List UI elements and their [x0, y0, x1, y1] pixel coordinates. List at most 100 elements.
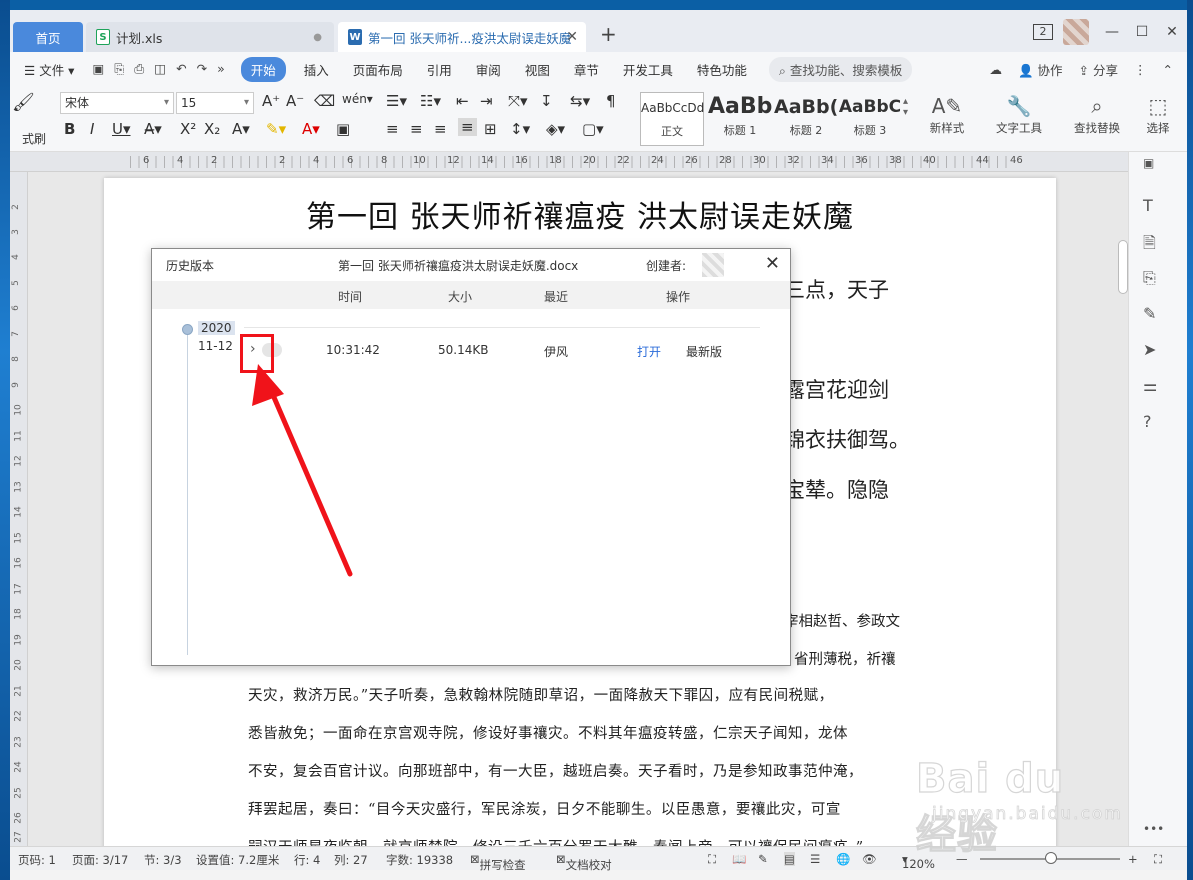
print-icon[interactable]: ⎙: [134, 61, 144, 77]
web-view-icon[interactable]: 🌐: [836, 852, 850, 866]
fullscreen-icon[interactable]: ⛶: [708, 852, 716, 867]
collab-button[interactable]: 👤 协作: [1018, 60, 1063, 79]
bullet-list-icon[interactable]: ☰▾: [386, 92, 407, 110]
menu-special[interactable]: 特色功能: [697, 60, 747, 79]
close-tab-icon[interactable]: ✕: [566, 29, 578, 45]
status-setting[interactable]: 设置值: 7.2厘米: [196, 852, 279, 868]
select-button[interactable]: ⬚ 选择: [1136, 94, 1180, 136]
file-menu[interactable]: ☰ 文件 ▾: [24, 60, 74, 79]
font-size-select[interactable]: 15: [176, 92, 254, 114]
window-count-badge[interactable]: 2: [1033, 24, 1053, 40]
text-format-icon[interactable]: T: [1143, 196, 1153, 215]
paragraph-mark-icon[interactable]: ¶: [606, 92, 616, 110]
shrink-font-icon[interactable]: A⁻: [286, 92, 304, 110]
open-version-link[interactable]: 打开: [637, 343, 661, 360]
align-left-icon[interactable]: ≡: [386, 120, 399, 138]
share-button[interactable]: ⇪ 分享: [1079, 60, 1118, 79]
outline-view-icon[interactable]: ☰: [810, 852, 820, 866]
format-painter-icon[interactable]: 🖌: [12, 92, 35, 113]
new-tab-button[interactable]: +: [600, 22, 617, 46]
print-preview-icon[interactable]: ◫: [154, 61, 166, 77]
styles-scroll-icon[interactable]: ▴ ▾: [903, 96, 908, 118]
menu-view[interactable]: 视图: [525, 60, 550, 79]
char-border-button[interactable]: ▣: [336, 120, 350, 138]
menu-start[interactable]: 开始: [240, 56, 286, 82]
menu-insert[interactable]: 插入: [304, 60, 329, 79]
numbered-list-icon[interactable]: ☷▾: [420, 92, 441, 110]
user-avatar[interactable]: [1063, 19, 1089, 45]
line-spacing-icon[interactable]: ↕▾: [510, 120, 530, 138]
menu-page-layout[interactable]: 页面布局: [353, 60, 403, 79]
format-painter-label[interactable]: 式刷: [22, 130, 46, 147]
style-normal[interactable]: AaBbCcDd 正文: [640, 92, 704, 146]
find-replace-button[interactable]: ⌕ 查找替换: [1066, 94, 1128, 136]
redo-icon[interactable]: ↷: [197, 61, 207, 77]
maximize-button[interactable]: ☐: [1127, 24, 1157, 40]
cloud-sync-icon[interactable]: ☁: [989, 62, 1002, 77]
status-words[interactable]: 字数: 19338: [386, 852, 453, 868]
vertical-ruler[interactable]: 2 3 4 5 6 7 8 9 10 11 12 13 14 15 16 17 …: [10, 172, 28, 848]
write-mode-icon[interactable]: ✎: [758, 852, 768, 866]
status-section[interactable]: 节: 3/3: [144, 852, 182, 868]
pointer-icon[interactable]: ➤: [1143, 340, 1156, 359]
pen-icon[interactable]: ✎: [1143, 304, 1156, 323]
collapse-ribbon-icon[interactable]: ⌃: [1163, 62, 1173, 77]
menu-chapter[interactable]: 章节: [574, 60, 599, 79]
menu-developer[interactable]: 开发工具: [623, 60, 673, 79]
borders-icon[interactable]: ▢▾: [582, 120, 604, 138]
text-direction-icon[interactable]: ⤧▾: [508, 92, 528, 110]
font-color-button[interactable]: A▾: [302, 120, 320, 138]
more-icon[interactable]: »: [217, 61, 225, 77]
feature-search[interactable]: ⌕ 查找功能、搜索模板: [768, 56, 913, 82]
menu-review[interactable]: 审阅: [476, 60, 501, 79]
doc-info-icon[interactable]: 🗎: [1143, 232, 1156, 259]
status-col[interactable]: 列: 27: [334, 852, 368, 868]
backup-icon[interactable]: ⎘: [1143, 268, 1156, 288]
page-view-icon[interactable]: ▤: [784, 852, 795, 866]
status-row[interactable]: 行: 4: [294, 852, 320, 868]
settings-sliders-icon[interactable]: ⚌: [1143, 376, 1157, 395]
style-heading1[interactable]: AaBb 标题 1: [708, 92, 772, 146]
increase-indent-icon[interactable]: ⇥: [480, 92, 493, 110]
show-marks-icon[interactable]: ⇆▾: [570, 92, 590, 110]
align-center-icon[interactable]: ≡: [410, 120, 423, 138]
spell-check-button[interactable]: ⊠ 拼写检查: [470, 852, 526, 872]
tab-xls-file[interactable]: S 计划.xls ●: [86, 22, 334, 52]
zoom-in-button[interactable]: +: [1128, 852, 1138, 866]
vertical-scrollbar-thumb[interactable]: [1118, 240, 1128, 294]
subscript-button[interactable]: X₂: [204, 120, 220, 138]
status-pages[interactable]: 页面: 3/17: [72, 852, 128, 868]
grow-font-icon[interactable]: A⁺: [262, 92, 280, 110]
fit-page-icon[interactable]: ⛶: [1154, 852, 1162, 867]
superscript-button[interactable]: X²: [180, 120, 196, 138]
bold-button[interactable]: B: [64, 120, 75, 138]
clear-format-icon[interactable]: ⌫: [314, 92, 335, 110]
read-mode-icon[interactable]: 📖: [732, 852, 746, 866]
justify-icon[interactable]: ≡: [458, 118, 477, 136]
decrease-indent-icon[interactable]: ⇤: [456, 92, 469, 110]
text-tools-button[interactable]: 🔧 文字工具: [988, 94, 1050, 136]
panel-toggle-icon[interactable]: ▣: [1143, 156, 1154, 170]
align-right-icon[interactable]: ≡: [434, 120, 447, 138]
tab-doc-file[interactable]: W 第一回 张天师祈...疫洪太尉误走妖魔 ✕: [338, 22, 586, 52]
minimize-button[interactable]: —: [1097, 24, 1127, 40]
strikethrough-button[interactable]: A̶▾: [144, 120, 162, 138]
highlight-color-button[interactable]: ✎▾: [266, 120, 286, 138]
style-heading2[interactable]: AaBb( 标题 2: [774, 92, 838, 146]
tab-home[interactable]: 首页: [13, 22, 83, 52]
close-window-button[interactable]: ✕: [1157, 24, 1187, 40]
undo-icon[interactable]: ↶: [176, 61, 186, 77]
distributed-align-icon[interactable]: ⊞: [484, 120, 497, 138]
style-heading3[interactable]: AaBbC 标题 3: [838, 92, 902, 146]
italic-button[interactable]: I: [90, 120, 94, 138]
dialog-close-icon[interactable]: ✕: [765, 253, 780, 274]
doc-proof-button[interactable]: ⊠ 文档校对: [556, 852, 612, 872]
new-style-button[interactable]: A✎ 新样式: [922, 94, 972, 136]
more-options-icon[interactable]: ⋮: [1134, 62, 1147, 77]
menu-reference[interactable]: 引用: [427, 60, 452, 79]
export-icon[interactable]: ⎘: [114, 61, 124, 77]
more-dots-icon[interactable]: •••: [1143, 822, 1164, 836]
underline-button[interactable]: U▾: [112, 120, 131, 138]
text-effect-button[interactable]: A▾: [232, 120, 250, 138]
eye-protect-icon[interactable]: 👁: [862, 852, 877, 866]
